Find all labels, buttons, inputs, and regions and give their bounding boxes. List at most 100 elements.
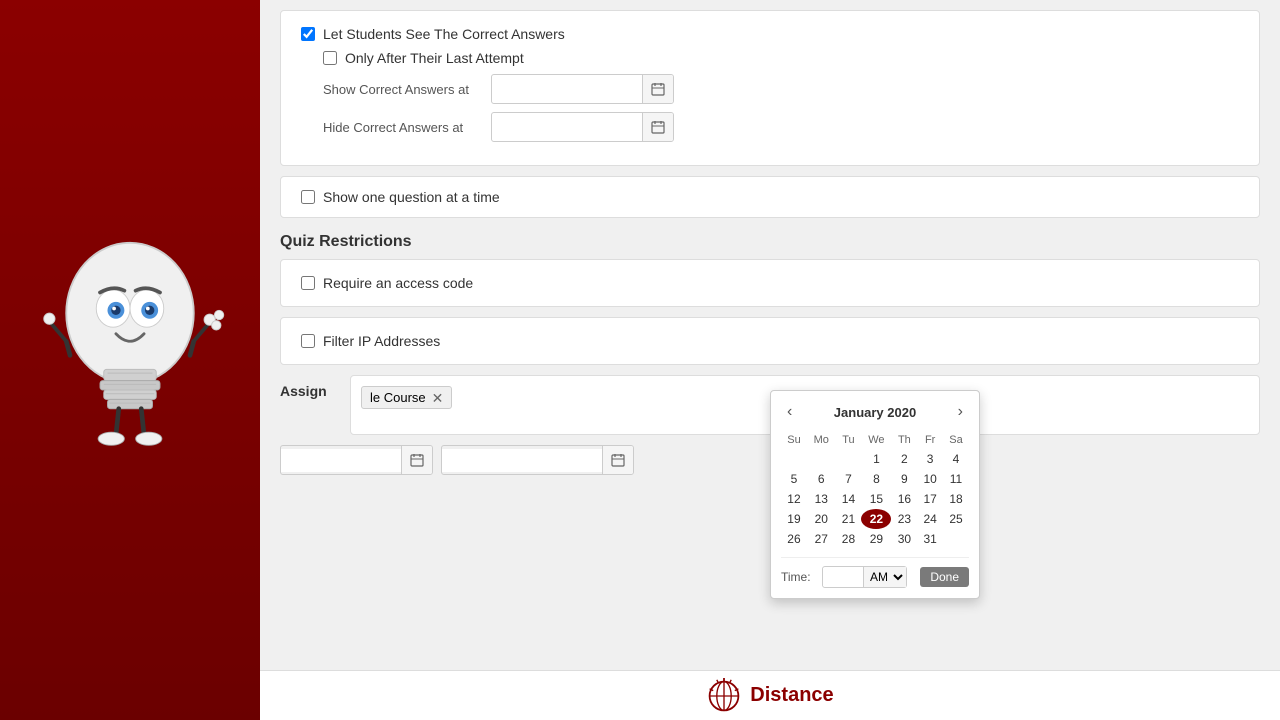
- correct-answers-card: Let Students See The Correct Answers Onl…: [280, 10, 1260, 166]
- lightbulb-image: [0, 0, 260, 720]
- calendar-month-label: January 2020: [834, 405, 916, 420]
- show-one-question-checkbox[interactable]: [301, 190, 315, 204]
- show-one-question-card: Show one question at a time: [280, 176, 1260, 218]
- main-content: Let Students See The Correct Answers Onl…: [260, 0, 1280, 720]
- filter-ip-label[interactable]: Filter IP Addresses: [301, 333, 1239, 349]
- sidebar: [0, 0, 260, 720]
- distance-logo: Distance: [706, 678, 833, 714]
- calendar-day[interactable]: 3: [917, 449, 943, 469]
- calendar-header: ‹ January 2020 ›: [781, 401, 969, 423]
- course-tag-remove-btn[interactable]: ✕: [432, 391, 444, 405]
- avail-cal-icon: [611, 453, 625, 467]
- hide-correct-at-calendar-btn[interactable]: [642, 113, 673, 141]
- calendar-day[interactable]: 12: [781, 489, 807, 509]
- quiz-restrictions-header: Quiz Restrictions: [280, 233, 1260, 251]
- require-access-label[interactable]: Require an access code: [301, 275, 1239, 291]
- time-input-wrap: AM PM: [822, 566, 907, 588]
- am-pm-select[interactable]: AM PM: [863, 567, 906, 587]
- hide-correct-at-label: Hide Correct Answers at: [323, 120, 483, 135]
- calendar-day[interactable]: 28: [836, 529, 862, 549]
- require-access-checkbox[interactable]: [301, 276, 315, 290]
- due-date-input-wrap: [280, 445, 433, 475]
- calendar-next-btn[interactable]: ›: [952, 401, 969, 423]
- calendar-day: [807, 449, 836, 469]
- calendar-day: [781, 449, 807, 469]
- require-access-card: Require an access code: [280, 259, 1260, 307]
- show-one-question-label[interactable]: Show one question at a time: [301, 189, 1239, 205]
- time-label: Time:: [781, 570, 816, 584]
- due-date-calendar-btn[interactable]: [401, 446, 432, 474]
- dow-su: Su: [781, 431, 807, 449]
- dow-tu: Tu: [836, 431, 862, 449]
- calendar-day[interactable]: 10: [917, 469, 943, 489]
- calendar-day[interactable]: 13: [807, 489, 836, 509]
- done-button[interactable]: Done: [920, 567, 969, 587]
- calendar-day[interactable]: 17: [917, 489, 943, 509]
- calendar-day[interactable]: 9: [891, 469, 917, 489]
- calendar-day[interactable]: 7: [836, 469, 862, 489]
- calendar-day[interactable]: 5: [781, 469, 807, 489]
- calendar-day[interactable]: 22: [861, 509, 891, 529]
- time-input[interactable]: [823, 568, 863, 586]
- calendar-day[interactable]: 19: [781, 509, 807, 529]
- show-correct-at-row: Show Correct Answers at: [323, 74, 1239, 104]
- calendar-day[interactable]: 14: [836, 489, 862, 509]
- show-correct-at-input[interactable]: [492, 78, 642, 101]
- hide-correct-at-input[interactable]: [492, 116, 642, 139]
- dow-we: We: [861, 431, 891, 449]
- let-students-see-label[interactable]: Let Students See The Correct Answers: [301, 26, 565, 42]
- calendar-day: [836, 449, 862, 469]
- assign-label: Assign: [280, 375, 340, 399]
- only-after-last-label[interactable]: Only After Their Last Attempt: [323, 50, 524, 66]
- calendar-time-row: Time: AM PM Done: [781, 557, 969, 588]
- show-correct-at-label: Show Correct Answers at: [323, 82, 483, 97]
- calendar-day[interactable]: 11: [943, 469, 969, 489]
- calendar-popup: ‹ January 2020 › Su Mo Tu We Th Fr Sa 12…: [770, 390, 980, 599]
- calendar-day[interactable]: 26: [781, 529, 807, 549]
- bottom-bar: Distance: [260, 670, 1280, 720]
- calendar-day[interactable]: 24: [917, 509, 943, 529]
- hide-correct-at-row: Hide Correct Answers at: [323, 112, 1239, 142]
- dow-th: Th: [891, 431, 917, 449]
- let-students-see-checkbox[interactable]: [301, 27, 315, 41]
- hide-correct-at-input-wrap: [491, 112, 674, 142]
- due-cal-icon: [410, 453, 424, 467]
- calendar-day: [943, 529, 969, 549]
- calendar-icon: [651, 82, 665, 96]
- dow-sa: Sa: [943, 431, 969, 449]
- calendar-day[interactable]: 29: [861, 529, 891, 549]
- logo-globe-icon: [706, 678, 742, 714]
- calendar-day[interactable]: 23: [891, 509, 917, 529]
- calendar-day[interactable]: 1: [861, 449, 891, 469]
- calendar-icon-2: [651, 120, 665, 134]
- filter-ip-checkbox[interactable]: [301, 334, 315, 348]
- available-date-calendar-btn[interactable]: [602, 446, 633, 474]
- calendar-day[interactable]: 25: [943, 509, 969, 529]
- calendar-day[interactable]: 21: [836, 509, 862, 529]
- dow-mo: Mo: [807, 431, 836, 449]
- due-date-group: [280, 445, 433, 475]
- calendar-prev-btn[interactable]: ‹: [781, 401, 798, 423]
- calendar-day[interactable]: 20: [807, 509, 836, 529]
- calendar-day[interactable]: 8: [861, 469, 891, 489]
- calendar-day[interactable]: 27: [807, 529, 836, 549]
- only-after-last-checkbox[interactable]: [323, 51, 337, 65]
- calendar-day[interactable]: 2: [891, 449, 917, 469]
- available-date-input[interactable]: [442, 449, 602, 472]
- show-correct-at-input-wrap: [491, 74, 674, 104]
- course-tag-label: le Course: [370, 390, 426, 405]
- dow-fr: Fr: [917, 431, 943, 449]
- calendar-day[interactable]: 4: [943, 449, 969, 469]
- calendar-day[interactable]: 16: [891, 489, 917, 509]
- available-date-input-wrap: [441, 445, 634, 475]
- show-correct-at-calendar-btn[interactable]: [642, 75, 673, 103]
- due-date-input[interactable]: [281, 449, 401, 472]
- available-date-group: [441, 445, 634, 475]
- calendar-day[interactable]: 31: [917, 529, 943, 549]
- calendar-day[interactable]: 30: [891, 529, 917, 549]
- calendar-day[interactable]: 18: [943, 489, 969, 509]
- calendar-day[interactable]: 15: [861, 489, 891, 509]
- calendar-day[interactable]: 6: [807, 469, 836, 489]
- calendar-grid: Su Mo Tu We Th Fr Sa 1234567891011121314…: [781, 431, 969, 549]
- course-tag: le Course ✕: [361, 386, 452, 409]
